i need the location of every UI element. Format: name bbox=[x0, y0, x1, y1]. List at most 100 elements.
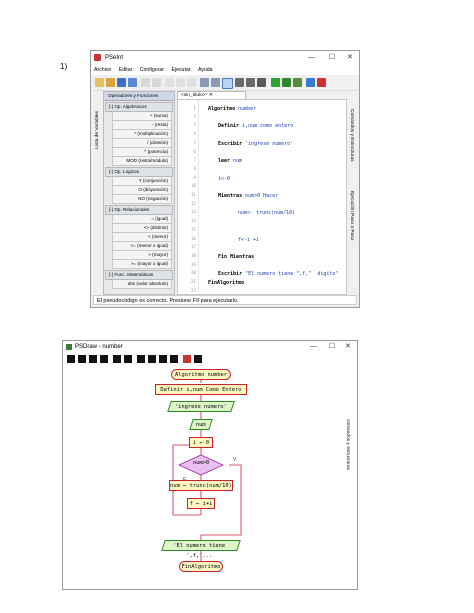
cross-icon[interactable] bbox=[137, 355, 145, 363]
close-diagram-icon[interactable] bbox=[194, 355, 202, 363]
menu-archivo[interactable]: Archivo bbox=[94, 67, 111, 73]
copy-icon[interactable] bbox=[176, 78, 185, 87]
op-igual[interactable]: = (igual) bbox=[112, 215, 172, 224]
op-multiplicacion[interactable]: * (multiplicación) bbox=[112, 130, 172, 139]
psdraw-maximize-button[interactable]: ☐ bbox=[329, 341, 335, 353]
branch-true-label: V bbox=[233, 457, 237, 463]
psdraw-window: PSDraw - number — ☐ ✕ Algoritmo number D… bbox=[62, 340, 358, 590]
node-assign-i[interactable]: i ← 0 bbox=[189, 437, 213, 448]
op-menor-igual[interactable]: <= (menor o igual) bbox=[112, 242, 172, 251]
section-algebraic[interactable]: [-] Op. Algebraicos bbox=[105, 102, 173, 112]
unfold-icon[interactable] bbox=[124, 355, 132, 363]
op-mod[interactable]: MOD (resto/módulo) bbox=[112, 157, 172, 166]
menu-ayuda[interactable]: Ayuda bbox=[198, 67, 213, 73]
section-logical[interactable]: [-] Op. Logicos bbox=[105, 167, 173, 177]
node-assign-f[interactable]: f ← i+i bbox=[187, 498, 215, 509]
style-icon[interactable] bbox=[148, 355, 156, 363]
pseint-logo-icon[interactable] bbox=[317, 78, 326, 87]
node-read[interactable]: num bbox=[189, 419, 213, 430]
pseint-window: PSeInt — ☐ ✕ Archivo Editar Configurar E… bbox=[90, 50, 360, 308]
op-abs[interactable]: abs (valor absoluto) bbox=[112, 280, 172, 289]
op-menor[interactable]: < (menor) bbox=[112, 233, 172, 242]
op-suma[interactable]: + (suma) bbox=[112, 112, 172, 121]
tab-psdraw-comandos[interactable]: comandos y estructuras bbox=[345, 419, 350, 470]
save-as-icon[interactable] bbox=[128, 78, 137, 87]
node-define[interactable]: Definir i,num Como Entero bbox=[155, 384, 247, 395]
op-resta[interactable]: - (resta) bbox=[112, 121, 172, 130]
op-mayor[interactable]: > (mayor) bbox=[112, 251, 172, 260]
undo-icon[interactable] bbox=[141, 78, 150, 87]
indent-icon[interactable] bbox=[200, 78, 209, 87]
psdraw-minimize-button[interactable]: — bbox=[310, 341, 317, 353]
replace-icon[interactable] bbox=[246, 78, 255, 87]
help-icon[interactable] bbox=[306, 78, 315, 87]
line-number: 9 bbox=[193, 175, 196, 181]
line-number: 7 bbox=[193, 158, 196, 164]
psdraw-close-button[interactable]: ✕ bbox=[345, 341, 351, 353]
line-number: 17 bbox=[190, 245, 196, 251]
export-icon[interactable] bbox=[159, 355, 167, 363]
menu-ejecutar[interactable]: Ejecutar bbox=[171, 67, 190, 73]
save-image-icon[interactable] bbox=[170, 355, 178, 363]
psdraw-toolbar bbox=[65, 353, 355, 365]
zoom-icon[interactable] bbox=[67, 355, 75, 363]
op-y[interactable]: Y (conjunción) bbox=[112, 177, 172, 186]
node-assign-num[interactable]: num ← trunc(num/10) bbox=[169, 480, 233, 491]
tab-close-icon[interactable]: ✕ bbox=[209, 93, 213, 98]
close-button[interactable]: ✕ bbox=[347, 51, 353, 65]
op-o[interactable]: O (disyunción) bbox=[112, 186, 172, 195]
line-number: 18 bbox=[190, 253, 196, 259]
tab-comandos-estructuras[interactable]: Comandos y Estructuras bbox=[349, 109, 354, 162]
operators-panel: Operadores y Funciones [-] Op. Algebraic… bbox=[103, 91, 175, 295]
comment-icon[interactable] bbox=[211, 78, 220, 87]
code-line: Escribir "El numero tiene ",f," digito" bbox=[218, 271, 339, 278]
section-relational[interactable]: [-] Op. Relacionales bbox=[105, 205, 173, 215]
code-editor[interactable]: 1 2 3 4 5 6 7 8 9 10 11 12 13 14 15 16 17 18 19 20 21 22 Algo… bbox=[177, 99, 347, 295]
tab-ejecucion-paso[interactable]: Ejecución Paso a Paso bbox=[349, 191, 354, 240]
line-number: 12 bbox=[190, 201, 196, 207]
line-number: 8 bbox=[193, 166, 196, 172]
run-icon[interactable] bbox=[271, 78, 280, 87]
node-start[interactable]: Algoritmo number bbox=[171, 369, 231, 380]
node-write-result[interactable]: 'El numero tiene ',f,'... bbox=[161, 540, 241, 559]
op-no[interactable]: NO (negación) bbox=[112, 195, 172, 204]
op-division[interactable]: / (división) bbox=[112, 139, 172, 148]
cut-icon[interactable] bbox=[165, 78, 174, 87]
redo-icon[interactable] bbox=[152, 78, 161, 87]
pseint-logo-icon[interactable] bbox=[183, 355, 191, 363]
step-run-icon[interactable] bbox=[282, 78, 291, 87]
variables-list-tab[interactable]: Lista de Variables bbox=[95, 111, 100, 149]
section-math[interactable]: [-] Func. Matemáticas bbox=[105, 270, 173, 280]
menu-editar[interactable]: Editar bbox=[119, 67, 133, 73]
op-distinto[interactable]: <> (distinto) bbox=[112, 224, 172, 233]
open-folder-icon[interactable] bbox=[106, 78, 115, 87]
flowchart-icon[interactable] bbox=[293, 78, 302, 87]
line-number: 15 bbox=[190, 227, 196, 233]
line-number: 4 bbox=[193, 132, 196, 138]
node-end[interactable]: FinAlgoritmo bbox=[179, 561, 223, 572]
minimize-button[interactable]: — bbox=[308, 51, 315, 65]
line-number: 5 bbox=[193, 140, 196, 146]
pseint-toolbar bbox=[93, 76, 357, 91]
pseint-app-icon bbox=[94, 54, 101, 61]
search-icon[interactable] bbox=[222, 78, 233, 89]
format-icon[interactable] bbox=[257, 78, 266, 87]
menu-configurar[interactable]: Configurar bbox=[140, 67, 164, 73]
new-file-icon[interactable] bbox=[95, 78, 104, 87]
save-icon[interactable] bbox=[117, 78, 126, 87]
edit-icon[interactable] bbox=[78, 355, 86, 363]
find-icon[interactable] bbox=[235, 78, 244, 87]
labels-icon[interactable] bbox=[100, 355, 108, 363]
paste-icon[interactable] bbox=[187, 78, 196, 87]
node-write-prompt[interactable]: 'ingrese numero' bbox=[167, 401, 235, 412]
maximize-button[interactable]: ☐ bbox=[329, 51, 335, 65]
line-number: 1 bbox=[193, 106, 196, 111]
line-number: 16 bbox=[190, 236, 196, 242]
fold-icon[interactable] bbox=[113, 355, 121, 363]
op-potencia[interactable]: ^ (potencia) bbox=[112, 148, 172, 157]
line-number: 22 bbox=[190, 288, 196, 294]
line-number: 20 bbox=[190, 271, 196, 277]
op-mayor-igual[interactable]: >= (mayor o igual) bbox=[112, 260, 172, 269]
comments-icon[interactable] bbox=[89, 355, 97, 363]
code-line: f<-i +i bbox=[238, 236, 260, 243]
